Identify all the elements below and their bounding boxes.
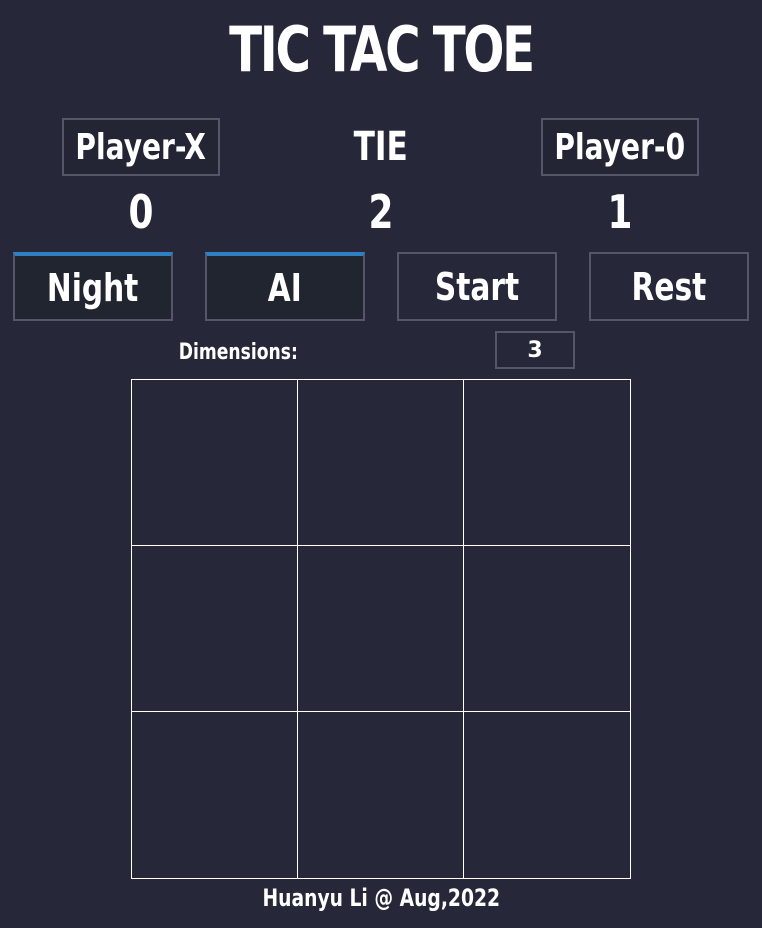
game-board — [131, 379, 631, 879]
player-x-score-value: 0 — [128, 185, 154, 239]
dimensions-input[interactable] — [495, 331, 575, 369]
night-mode-button[interactable]: Night — [13, 252, 173, 321]
tie-label: TIE — [300, 118, 462, 176]
board-cell-0[interactable] — [132, 380, 298, 546]
board-cell-6[interactable] — [132, 712, 298, 878]
page-title: TIC TAC TOE — [229, 13, 535, 86]
start-button-label: Start — [434, 264, 520, 309]
board-cell-5[interactable] — [464, 546, 630, 712]
board-cell-1[interactable] — [298, 380, 464, 546]
tie-score-value: 2 — [368, 185, 394, 239]
board-cell-2[interactable] — [464, 380, 630, 546]
player-o-text: Player-0 — [554, 126, 686, 168]
reset-button-label: Rest — [631, 264, 707, 309]
ai-button[interactable]: AI — [205, 252, 365, 321]
footer-credit: Huanyu Li @ Aug,2022 — [0, 880, 762, 916]
board-cell-8[interactable] — [464, 712, 630, 878]
player-x-text: Player-X — [75, 126, 207, 168]
tie-text: TIE — [353, 124, 409, 170]
start-button[interactable]: Start — [397, 252, 557, 321]
reset-button[interactable]: Rest — [589, 252, 749, 321]
dimensions-label-text: Dimensions: — [178, 339, 298, 365]
player-x-label: Player-X — [62, 118, 220, 176]
board-cell-4[interactable] — [298, 546, 464, 712]
ai-button-label: AI — [268, 265, 302, 310]
player-x-score: 0 — [62, 182, 220, 242]
player-o-score: 1 — [541, 182, 699, 242]
player-o-score-value: 1 — [607, 185, 633, 239]
player-o-label: Player-0 — [541, 118, 699, 176]
dimensions-label: Dimensions: — [150, 334, 326, 370]
tie-score: 2 — [302, 182, 460, 242]
board-cell-7[interactable] — [298, 712, 464, 878]
night-button-label: Night — [47, 265, 139, 310]
board-cell-3[interactable] — [132, 546, 298, 712]
footer-text: Huanyu Li @ Aug,2022 — [262, 884, 500, 912]
